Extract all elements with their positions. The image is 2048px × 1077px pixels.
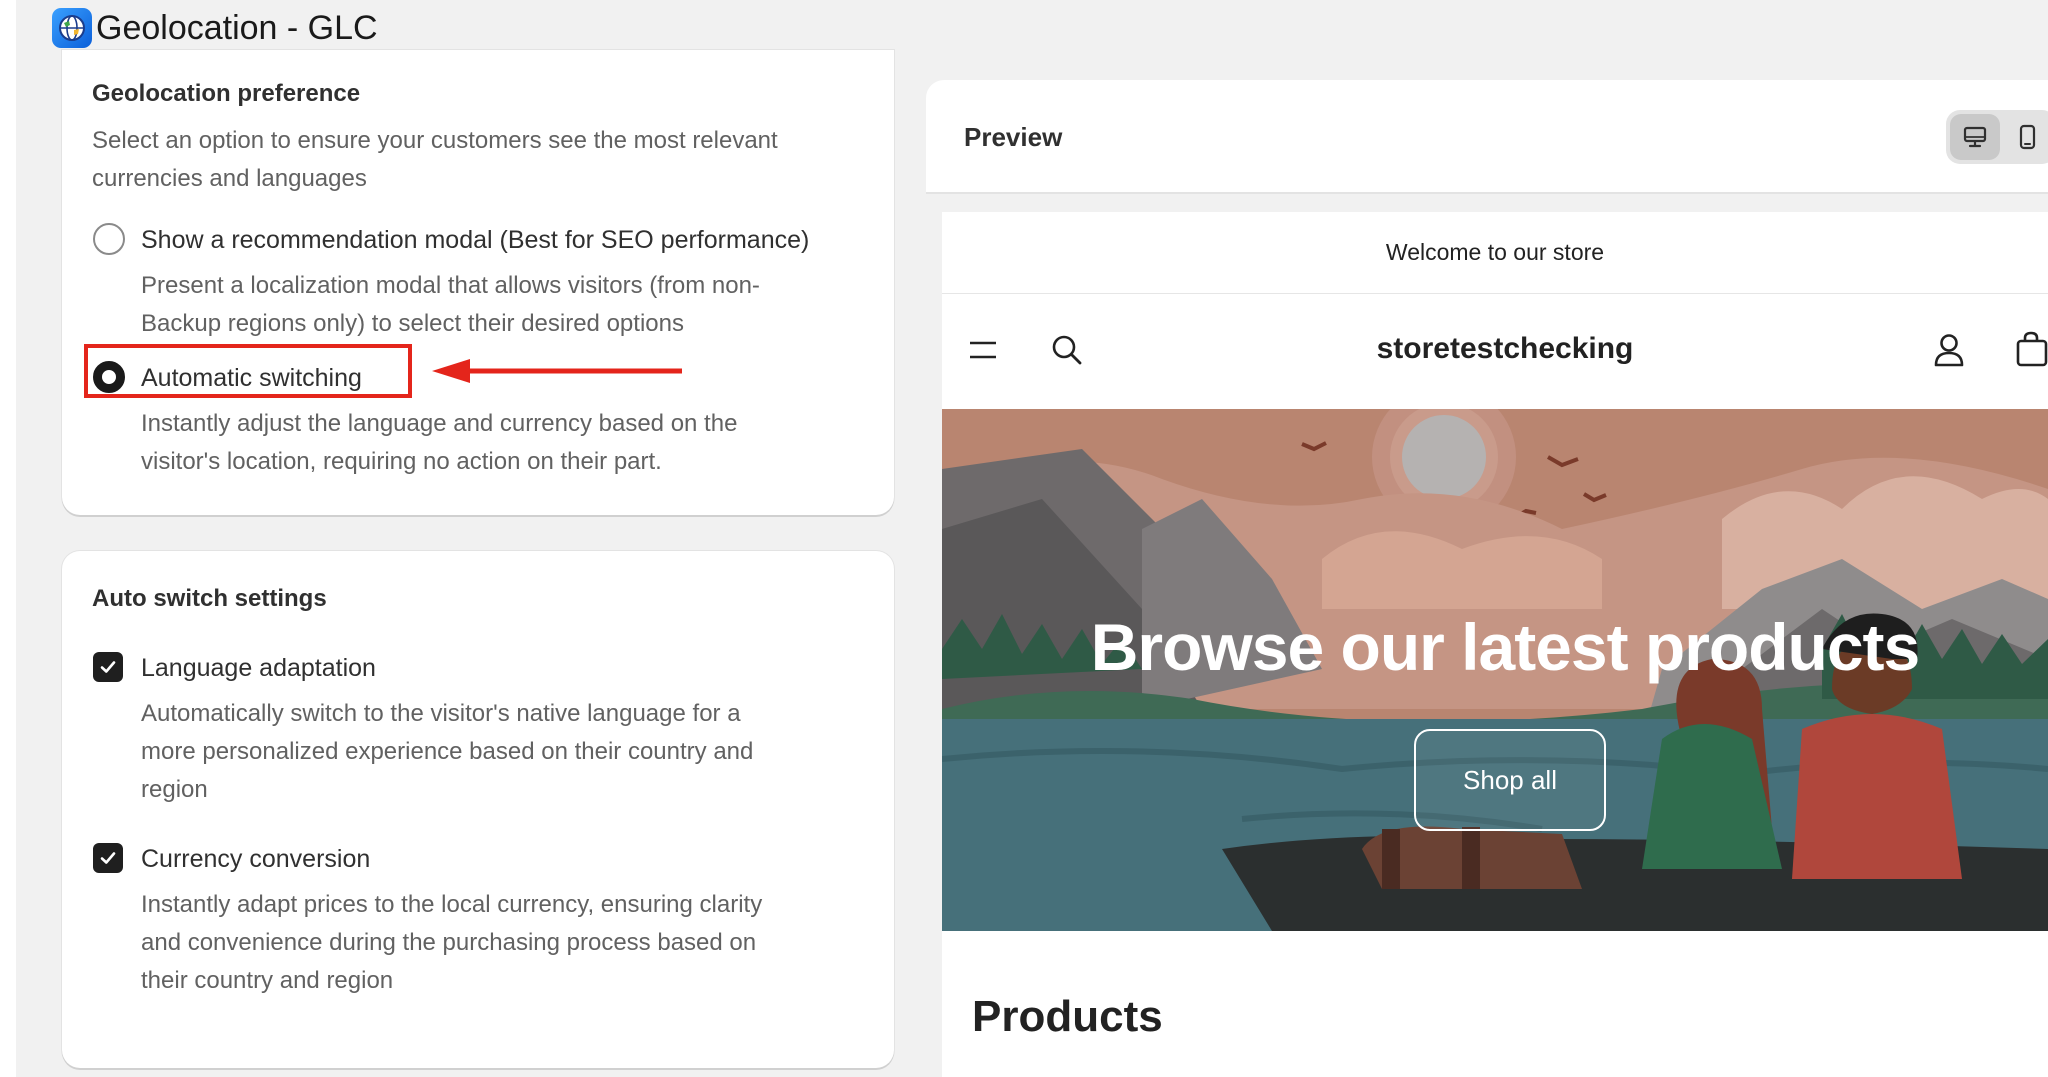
language-adaptation-label[interactable]: Language adaptation: [141, 654, 376, 683]
checkbox-currency-conversion[interactable]: [93, 843, 123, 873]
radio-recommendation-modal[interactable]: [93, 223, 125, 255]
option-recommendation-modal-label[interactable]: Show a recommendation modal (Best for SE…: [141, 226, 809, 255]
mobile-view-button[interactable]: [2002, 114, 2048, 160]
checkbox-language-adaptation[interactable]: [93, 652, 123, 682]
desktop-icon: [1963, 126, 1987, 148]
desktop-view-button[interactable]: [1950, 114, 2000, 160]
hero-title: Browse our latest products: [1090, 610, 1921, 684]
store-preview: Welcome to our store storetestchecking B…: [942, 212, 2048, 1077]
annotation-arrow-icon: [432, 359, 682, 383]
annotation-highlight-box: [84, 344, 412, 398]
left-edge: [0, 0, 16, 1077]
app-title: Geolocation - GLC: [96, 9, 378, 47]
announcement-bar: Welcome to our store: [942, 212, 2048, 294]
shop-all-button[interactable]: Shop all: [1414, 729, 1606, 831]
option-recommendation-modal-description: Present a localization modal that allows…: [141, 272, 760, 337]
hero-banner: Browse our latest products Shop all: [942, 409, 2048, 931]
option-automatic-switching-description: Instantly adjust the language and curren…: [141, 410, 738, 475]
geolocation-preference-title: Geolocation preference: [92, 80, 361, 107]
auto-switch-settings-title: Auto switch settings: [92, 585, 327, 612]
currency-conversion-description: Instantly adapt prices to the local curr…: [141, 891, 763, 994]
store-header: storetestchecking: [942, 294, 2048, 409]
preview-title: Preview: [964, 122, 1063, 152]
preview-header: [926, 80, 2048, 194]
checkmark-icon: [100, 852, 116, 864]
currency-conversion-label[interactable]: Currency conversion: [141, 845, 370, 874]
device-toggle: [1946, 110, 2048, 164]
checkmark-icon: [100, 661, 116, 673]
account-icon[interactable]: [1932, 332, 1966, 368]
geolocation-preference-description: Select an option to ensure your customer…: [92, 127, 778, 192]
products-heading: Products: [972, 992, 1163, 1041]
globe-icon: [52, 8, 92, 48]
cart-icon[interactable]: [2014, 330, 2048, 368]
mobile-icon: [2019, 124, 2036, 150]
language-adaptation-description: Automatically switch to the visitor's na…: [141, 700, 754, 803]
store-name[interactable]: storetestchecking: [942, 332, 2048, 366]
